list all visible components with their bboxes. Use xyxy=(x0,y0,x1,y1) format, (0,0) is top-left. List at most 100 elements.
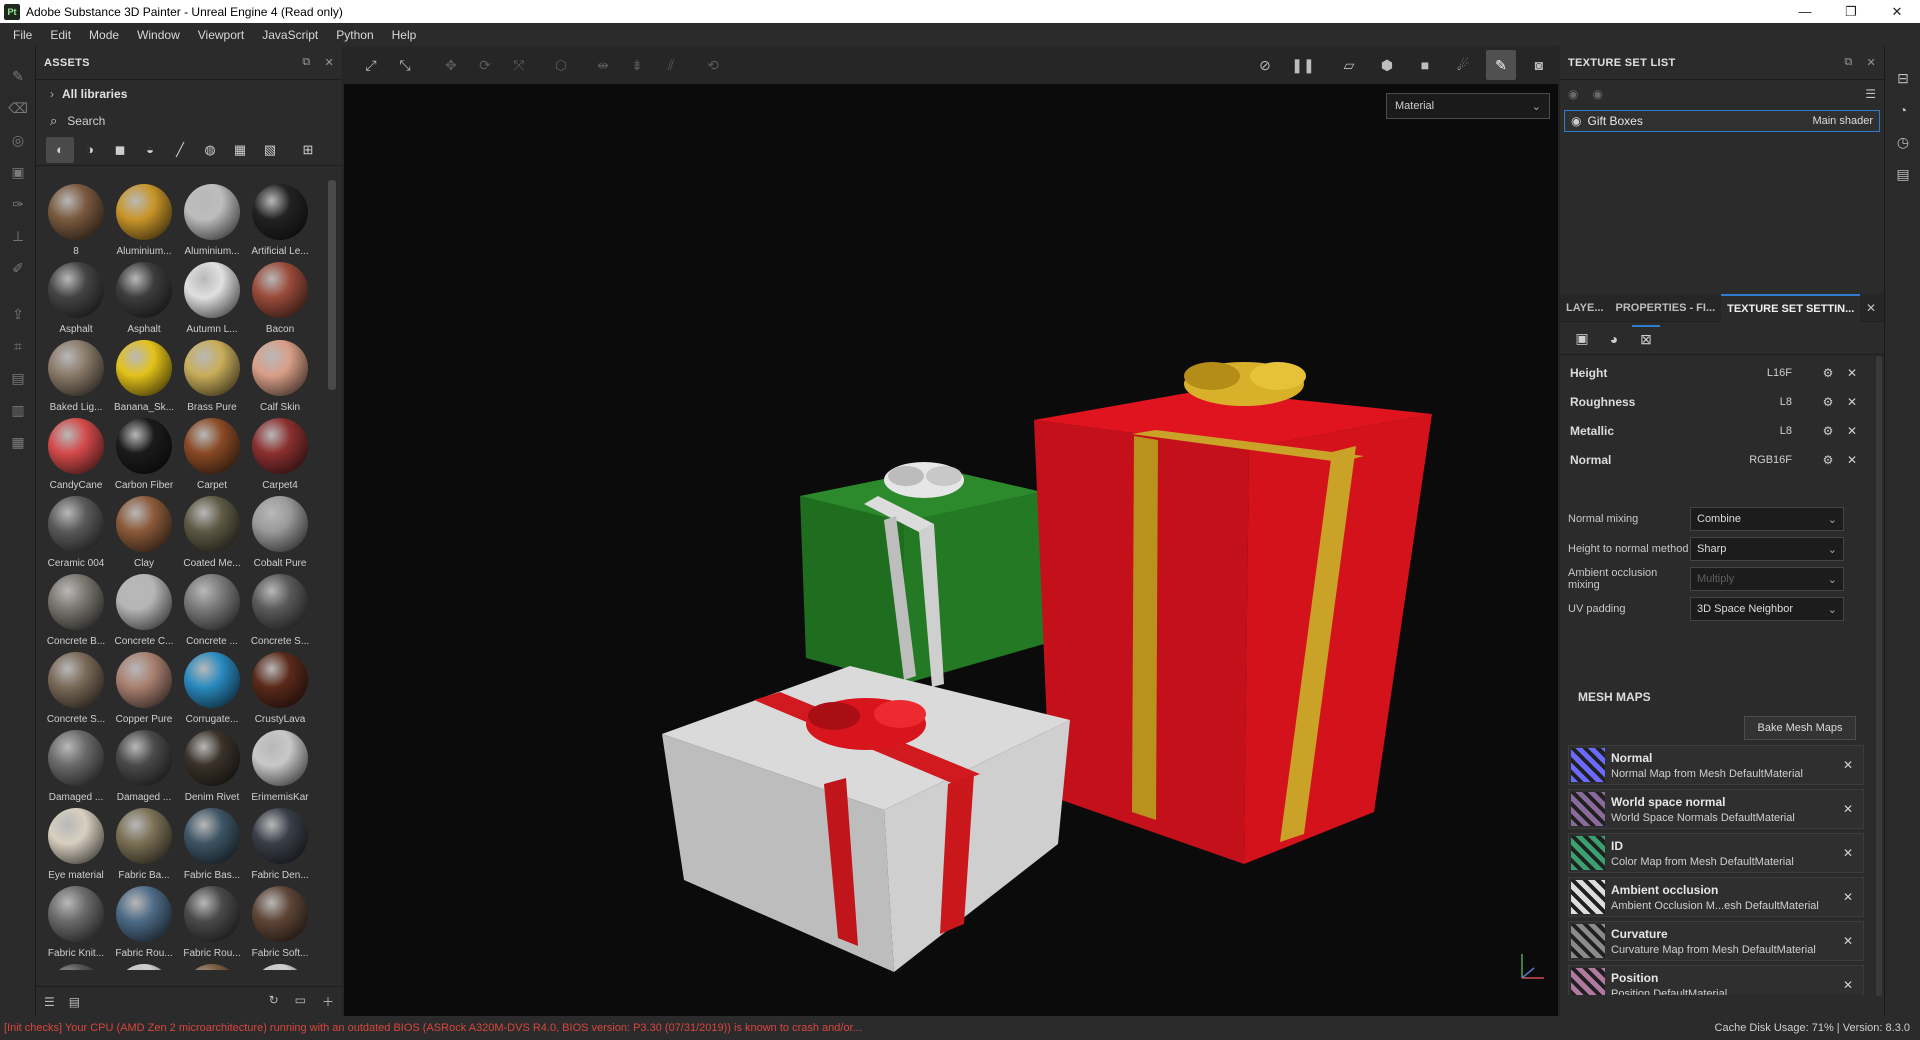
asset-tile[interactable] xyxy=(246,960,314,970)
asset-tile[interactable]: Baked Lig... xyxy=(42,336,110,414)
settings-scrollbar[interactable] xyxy=(1876,356,1882,996)
asset-tile[interactable]: CandyCane xyxy=(42,414,110,492)
mirror-icon[interactable]: ⇹ xyxy=(588,50,618,80)
asset-tile[interactable]: Concrete S... xyxy=(42,648,110,726)
add-asset-icon[interactable]: ＋ xyxy=(322,993,334,1010)
texture-set-shader[interactable]: Main shader xyxy=(1812,115,1873,127)
paint-mode-icon[interactable]: ✎ xyxy=(1486,50,1516,80)
asset-tile[interactable]: Fabric Rou... xyxy=(110,882,178,960)
list-view-icon[interactable]: ☰ xyxy=(44,995,55,1009)
asset-tile[interactable]: ErimemisKar xyxy=(246,726,314,804)
channel-format[interactable]: RGB16F xyxy=(1749,454,1792,466)
menu-mode[interactable]: Mode xyxy=(80,28,128,42)
assets-scrollbar[interactable] xyxy=(328,180,336,390)
3d-view-icon[interactable]: ⬢ xyxy=(1372,50,1402,80)
textures-filter-icon[interactable]: ▦ xyxy=(226,137,254,163)
masks-filter-icon[interactable]: ◼ xyxy=(106,137,134,163)
mesh-map-row[interactable]: Normal Normal Map from Mesh DefaultMateri… xyxy=(1568,745,1864,785)
texture-set-settings-icon[interactable]: ▣ xyxy=(1568,325,1596,353)
close-window-button[interactable]: ✕ xyxy=(1874,0,1920,23)
scale-icon[interactable]: ⤧ xyxy=(504,50,534,80)
move-icon[interactable]: ✥ xyxy=(436,50,466,80)
menu-viewport[interactable]: Viewport xyxy=(189,28,253,42)
remove-channel-icon[interactable]: ✕ xyxy=(1840,395,1864,409)
remove-channel-icon[interactable]: ✕ xyxy=(1840,366,1864,380)
asset-tile[interactable]: Clay xyxy=(110,492,178,570)
tab-texture-set-settings[interactable]: TEXTURE SET SETTIN... xyxy=(1721,293,1861,322)
color-picker-icon[interactable]: ✐ xyxy=(0,252,36,284)
export-icon[interactable]: ⇪ xyxy=(0,298,36,330)
alphas-filter-icon[interactable]: ◍ xyxy=(196,137,224,163)
geometry-mask-icon[interactable]: ▣ xyxy=(0,156,36,188)
asset-tile[interactable]: Concrete S... xyxy=(246,570,314,648)
uv-icon[interactable]: ⊠ xyxy=(1632,324,1660,353)
close-tab-icon[interactable]: ✕ xyxy=(1866,301,1876,315)
materials-filter-icon[interactable]: ◐ xyxy=(46,136,74,163)
asset-tile[interactable]: Carpet4 xyxy=(246,414,314,492)
mesh-map-row[interactable]: Position Position DefaultMaterial ✕ xyxy=(1568,965,1864,995)
eye-icon[interactable]: ◉ xyxy=(1592,87,1602,101)
asset-tile[interactable]: Ceramic 004 xyxy=(42,492,110,570)
transform-icon[interactable]: ⤢ xyxy=(356,50,386,80)
asset-tile[interactable]: Fabric Soft... xyxy=(246,882,314,960)
menu-javascript[interactable]: JavaScript xyxy=(253,28,327,42)
asset-tile[interactable]: Fabric Knit... xyxy=(42,882,110,960)
filter-view-icon[interactable]: ▤ xyxy=(69,995,80,1009)
visibility-eye-icon[interactable]: ◉ xyxy=(1571,114,1581,128)
material-icon[interactable]: ◕ xyxy=(1600,325,1628,353)
align-icon[interactable]: ⇟ xyxy=(622,50,652,80)
history-icon[interactable]: ⟲ xyxy=(698,50,728,80)
menu-edit[interactable]: Edit xyxy=(41,28,80,42)
transform-options-icon[interactable]: ⤡ xyxy=(390,50,420,80)
asset-tile[interactable]: Bacon xyxy=(246,258,314,336)
height-to-normal-select[interactable]: Sharp ⌄ xyxy=(1690,537,1844,561)
history-icon[interactable]: ◷ xyxy=(1885,126,1920,158)
screenshot-icon[interactable]: ◙ xyxy=(1524,50,1554,80)
projection-icon[interactable]: ◎ xyxy=(0,124,36,156)
mesh-map-row[interactable]: World space normal World Space Normals De… xyxy=(1568,789,1864,829)
close-panel-icon[interactable]: ✕ xyxy=(1866,56,1876,69)
eye-hide-icon[interactable]: ◉ xyxy=(1568,87,1578,101)
rotate-icon[interactable]: ⟳ xyxy=(470,50,500,80)
lighting-icon[interactable]: ☄ xyxy=(1448,50,1478,80)
asset-tile[interactable]: Aluminium... xyxy=(178,180,246,258)
asset-tile[interactable]: Cobalt Pure xyxy=(246,492,314,570)
channel-format[interactable]: L16F xyxy=(1767,367,1792,379)
texture-set-list-icon[interactable]: ⊟ xyxy=(1885,62,1920,94)
gear-icon[interactable]: ⚙ xyxy=(1816,453,1840,467)
remove-map-icon[interactable]: ✕ xyxy=(1843,934,1853,948)
minimize-button[interactable]: — xyxy=(1782,0,1828,23)
split-icon[interactable]: ⫽ xyxy=(656,50,686,80)
asset-tile[interactable]: Banana_Sk... xyxy=(110,336,178,414)
close-panel-icon[interactable]: ✕ xyxy=(324,56,334,69)
smudge-icon[interactable]: ✑ xyxy=(0,188,36,220)
remove-channel-icon[interactable]: ✕ xyxy=(1840,453,1864,467)
mesh-map-row[interactable]: ID Color Map from Mesh DefaultMaterial ✕ xyxy=(1568,833,1864,873)
bake-mesh-maps-button[interactable]: Bake Mesh Maps xyxy=(1744,716,1856,740)
asset-tile[interactable] xyxy=(110,960,178,970)
tab-properties[interactable]: PROPERTIES - FI... xyxy=(1610,294,1722,322)
asset-tile[interactable]: Corrugate... xyxy=(178,648,246,726)
remove-map-icon[interactable]: ✕ xyxy=(1843,890,1853,904)
float-panel-icon[interactable]: ⧉ xyxy=(302,56,310,69)
brushes-filter-icon[interactable]: ╱ xyxy=(166,137,194,163)
asset-tile[interactable]: Concrete ... xyxy=(178,570,246,648)
status-error-message[interactable]: [Init checks] Your CPU (AMD Zen 2 microa… xyxy=(4,1022,862,1034)
all-libraries-toggle[interactable]: › All libraries xyxy=(36,80,342,108)
menu-window[interactable]: Window xyxy=(128,28,189,42)
asset-tile[interactable]: Coated Me... xyxy=(178,492,246,570)
menu-file[interactable]: File xyxy=(4,28,41,42)
mesh-map-row[interactable]: Curvature Curvature Map from Mesh Default… xyxy=(1568,921,1864,961)
asset-tile[interactable]: Asphalt xyxy=(110,258,178,336)
asset-tile[interactable]: Autumn L... xyxy=(178,258,246,336)
asset-tile[interactable]: Fabric Ba... xyxy=(110,804,178,882)
texture-set-row[interactable]: ◉ Gift Boxes Main shader xyxy=(1564,110,1880,132)
asset-tile[interactable]: Fabric Bas... xyxy=(178,804,246,882)
folder-icon[interactable]: ▭ xyxy=(295,993,306,1010)
asset-tile[interactable]: Fabric Rou... xyxy=(178,882,246,960)
asset-tile[interactable]: Denim Rivet xyxy=(178,726,246,804)
channel-format[interactable]: L8 xyxy=(1780,425,1792,437)
asset-tile[interactable]: CrustyLava xyxy=(246,648,314,726)
environments-filter-icon[interactable]: ▧ xyxy=(256,137,284,163)
mesh-map-row[interactable]: Ambient occlusion Ambient Occlusion M...e… xyxy=(1568,877,1864,917)
